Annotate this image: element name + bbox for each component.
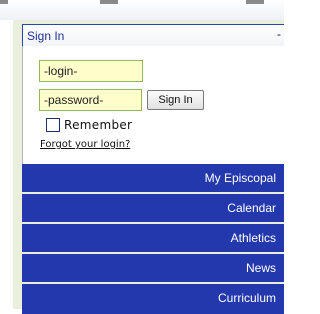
signin-button[interactable]: Sign In [147,90,204,110]
nav-item-athletics[interactable]: Athletics [22,224,284,252]
password-input[interactable]: -password- [39,89,142,111]
nav-item-news[interactable]: News [22,254,284,282]
signin-header[interactable]: Sign In - [22,24,284,46]
sidebar-nav: My Episcopal Calendar Athletics News Cur… [22,164,284,314]
signin-title: Sign In [27,29,65,43]
remember-checkbox[interactable] [46,118,60,132]
login-input[interactable]: -login- [39,60,143,82]
top-strip-cap-right [246,0,264,4]
forgot-login-link[interactable]: Forgot your login? [40,139,130,150]
top-strip-cap-left [0,0,8,4]
collapse-toggle[interactable]: - [277,27,281,41]
nav-item-my-episcopal[interactable]: My Episcopal [22,164,284,192]
nav-item-curriculum[interactable]: Curriculum [22,284,284,314]
top-strip [0,0,284,20]
top-strip-cap-middle [100,0,118,4]
remember-label: Remember [64,118,133,132]
nav-item-calendar[interactable]: Calendar [22,194,284,222]
